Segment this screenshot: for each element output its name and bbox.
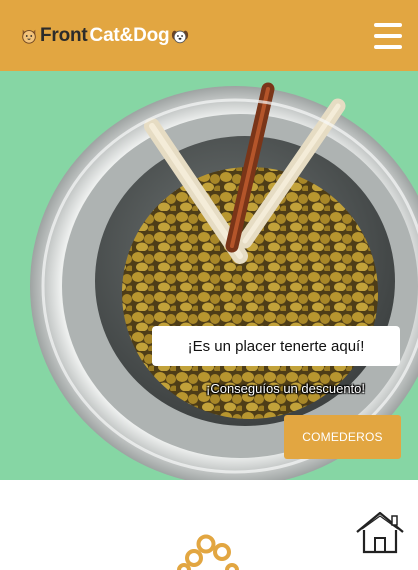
brand-text-front: Front xyxy=(40,24,88,46)
brand-text-catdog: Cat&Dog xyxy=(89,24,170,46)
paw-icon xyxy=(177,534,239,570)
cat-face-icon xyxy=(22,29,36,44)
hamburger-menu-icon[interactable] xyxy=(374,22,402,49)
brand-logo[interactable]: Front Cat&Dog xyxy=(20,25,189,47)
hero-discount-subtitle: ¡Conseguíos un descuento! xyxy=(206,381,365,396)
hero-welcome-title: ¡Es un placer tenerte aquí! xyxy=(152,326,400,366)
hero-banner: ¡Es un placer tenerte aquí! ¡Conseguíos … xyxy=(0,71,418,480)
content-section xyxy=(0,480,418,570)
navbar: Front Cat&Dog xyxy=(0,0,418,71)
menu-bar xyxy=(374,22,402,27)
home-icon[interactable] xyxy=(354,510,406,554)
menu-bar xyxy=(374,44,402,49)
dog-face-icon xyxy=(172,30,189,43)
menu-bar xyxy=(374,33,402,38)
comederos-button[interactable]: COMEDEROS xyxy=(284,415,401,459)
